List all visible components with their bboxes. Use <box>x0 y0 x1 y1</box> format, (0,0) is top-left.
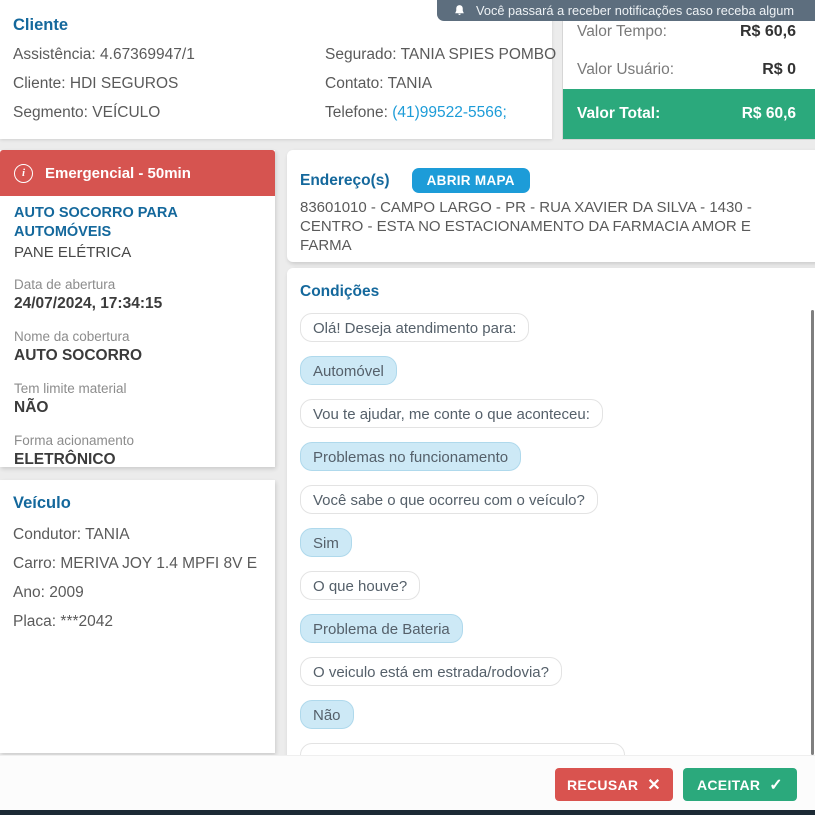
detail-value: 24/07/2024, 17:34:15 <box>14 295 163 312</box>
field-value: VEÍCULO <box>92 104 161 121</box>
billing-row: Valor Usuário: R$ 0 <box>563 51 815 89</box>
client-field-row: Segmento: VEÍCULO <box>13 98 195 127</box>
field-label: Ano: <box>13 584 45 601</box>
client-field-row: Assistência: 4.67369947/1 <box>13 40 195 69</box>
billing-total-label: Valor Total: <box>577 105 661 122</box>
detail-label: Nome da cobertura <box>14 329 130 344</box>
service-subtitle: PANE ELÉTRICA <box>14 244 132 261</box>
assistance-dispatch-screen: Cliente Assistência: 4.67369947/1 Client… <box>0 0 815 815</box>
vehicle-field-row: Ano: 2009 <box>13 578 257 607</box>
service-title: AUTO SOCORRO PARA AUTOMÓVEIS <box>14 205 178 240</box>
service-detail: Tem limite material NÃO <box>14 380 265 418</box>
vehicle-field-row: Placa: ***2042 <box>13 607 257 636</box>
chat-bubble: O que houve? <box>300 571 421 600</box>
notification-toast: Você passará a receber notificações caso… <box>437 0 815 21</box>
chat-bubble: Problema de Bateria <box>300 614 463 643</box>
billing-total-value: R$ 60,6 <box>741 105 796 122</box>
chat-bubble: Não <box>300 700 354 729</box>
detail-label: Tem limite material <box>14 381 127 396</box>
service-body: AUTO SOCORRO PARA AUTOMÓVEIS PANE ELÉTRI… <box>0 196 275 470</box>
field-value: 2009 <box>49 584 84 601</box>
billing-summary-box: Valor Tempo: R$ 60,6 Valor Usuário: R$ 0 V… <box>562 0 815 140</box>
field-value: HDI SEGUROS <box>69 75 179 92</box>
field-label: Condutor: <box>13 526 82 543</box>
chat-bubble: Problemas no funcionamento <box>300 442 522 471</box>
client-section-title: Cliente <box>13 16 69 34</box>
chat-bubble: O veiculo está em estrada/rodovia? <box>300 657 562 686</box>
field-value[interactable]: TANIA <box>388 75 433 92</box>
address-header: Endereço(s) ABRIR MAPA <box>300 168 530 193</box>
billing-value: R$ 0 <box>762 61 796 78</box>
service-details: Data de abertura 24/07/2024, 17:34:15 No… <box>14 276 265 470</box>
service-card: i Emergencial - 50min AUTO SOCORRO PARA … <box>0 150 275 470</box>
chat-bubble: Olá! Deseja atendimento para: <box>300 313 530 342</box>
notification-text: Você passará a receber notificações caso… <box>476 3 794 18</box>
open-map-button[interactable]: ABRIR MAPA <box>411 168 530 193</box>
vehicle-card: Veículo Condutor: TANIA Carro: MERIVA JO… <box>0 480 275 753</box>
field-value: ***2042 <box>60 613 113 630</box>
chat-bubble: Vou te ajudar, me conte o que aconteceu: <box>300 399 603 428</box>
accept-button-label: ACEITAR <box>696 776 761 793</box>
chat-transcript: Olá! Deseja atendimento para: Automóvel … <box>300 313 815 729</box>
field-label: Placa: <box>13 613 57 630</box>
chat-bubble: Automóvel <box>300 356 397 385</box>
bottom-bar <box>0 810 815 815</box>
field-label: Contato: <box>325 75 384 92</box>
detail-label: Data de abertura <box>14 277 116 292</box>
detail-value: AUTO SOCORRO <box>14 347 143 364</box>
billing-label: Valor Tempo: <box>577 23 667 40</box>
field-label: Telefone: <box>325 104 388 121</box>
close-icon: ✕ <box>647 776 662 794</box>
field-label: Carro: <box>13 555 57 572</box>
accept-button[interactable]: ACEITAR ✓ <box>683 768 797 801</box>
vertical-scrollbar[interactable] <box>811 310 814 755</box>
reject-button-label: RECUSAR <box>566 776 639 793</box>
field-value[interactable]: (41)99522-5566; <box>392 104 507 121</box>
billing-label: Valor Usuário: <box>577 61 675 78</box>
address-section-title: Endereço(s) <box>300 171 390 189</box>
client-fields-right: Segurado: TANIA SPIES POMBO Contato: TAN… <box>325 40 556 127</box>
service-detail: Forma acionamento ELETRÔNICO <box>14 432 265 470</box>
client-field-row: Telefone: (41)99522-5566; <box>325 98 556 127</box>
billing-value: R$ 60,6 <box>739 23 796 40</box>
conditions-section-title: Condições <box>300 283 380 300</box>
vehicle-field-row: Carro: MERIVA JOY 1.4 MPFI 8V E <box>13 549 257 578</box>
billing-rows: Valor Tempo: R$ 60,6 Valor Usuário: R$ 0 <box>563 13 815 89</box>
field-value: TANIA <box>85 526 130 543</box>
field-label: Cliente: <box>13 75 66 92</box>
address-card: Endereço(s) ABRIR MAPA 83601010 - CAMPO … <box>287 150 815 262</box>
vehicle-field-row: Condutor: TANIA <box>13 520 257 549</box>
check-icon: ✓ <box>769 776 783 794</box>
detail-value: NÃO <box>14 399 49 416</box>
bell-icon <box>453 4 466 17</box>
chat-bubble: Sim <box>300 528 352 557</box>
field-value: 4.67369947/1 <box>100 46 195 63</box>
field-value: MERIVA JOY 1.4 MPFI 8V E <box>60 555 258 572</box>
client-fields-left: Assistência: 4.67369947/1 Cliente: HDI S… <box>13 40 195 127</box>
client-field-row: Segurado: TANIA SPIES POMBO <box>325 40 556 69</box>
service-detail: Nome da cobertura AUTO SOCORRO <box>14 328 265 366</box>
urgency-label: Emergencial - 50min <box>45 164 191 182</box>
field-value[interactable]: TANIA SPIES POMBO <box>401 46 557 63</box>
field-label: Assistência: <box>13 46 96 63</box>
field-label: Segmento: <box>13 104 88 121</box>
billing-total-row: Valor Total: R$ 60,6 <box>563 89 815 139</box>
conditions-card: Condições Olá! Deseja atendimento para: … <box>287 268 815 760</box>
detail-value: ELETRÔNICO <box>14 451 116 468</box>
reject-button[interactable]: RECUSAR ✕ <box>555 768 673 801</box>
detail-label: Forma acionamento <box>14 433 135 448</box>
service-detail: Data de abertura 24/07/2024, 17:34:15 <box>14 276 265 314</box>
field-label: Segurado: <box>325 46 397 63</box>
urgency-banner: i Emergencial - 50min <box>0 150 275 196</box>
info-icon: i <box>14 163 33 183</box>
action-footer: RECUSAR ✕ ACEITAR ✓ <box>0 755 815 810</box>
vehicle-fields: Condutor: TANIA Carro: MERIVA JOY 1.4 MP… <box>13 520 257 636</box>
address-text: 83601010 - CAMPO LARGO - PR - RUA XAVIER… <box>300 199 752 254</box>
chat-bubble: Você sabe o que ocorreu com o veículo? <box>300 485 598 514</box>
client-field-row: Contato: TANIA <box>325 69 556 98</box>
client-field-row: Cliente: HDI SEGUROS <box>13 69 195 98</box>
vehicle-section-title: Veículo <box>13 494 71 512</box>
